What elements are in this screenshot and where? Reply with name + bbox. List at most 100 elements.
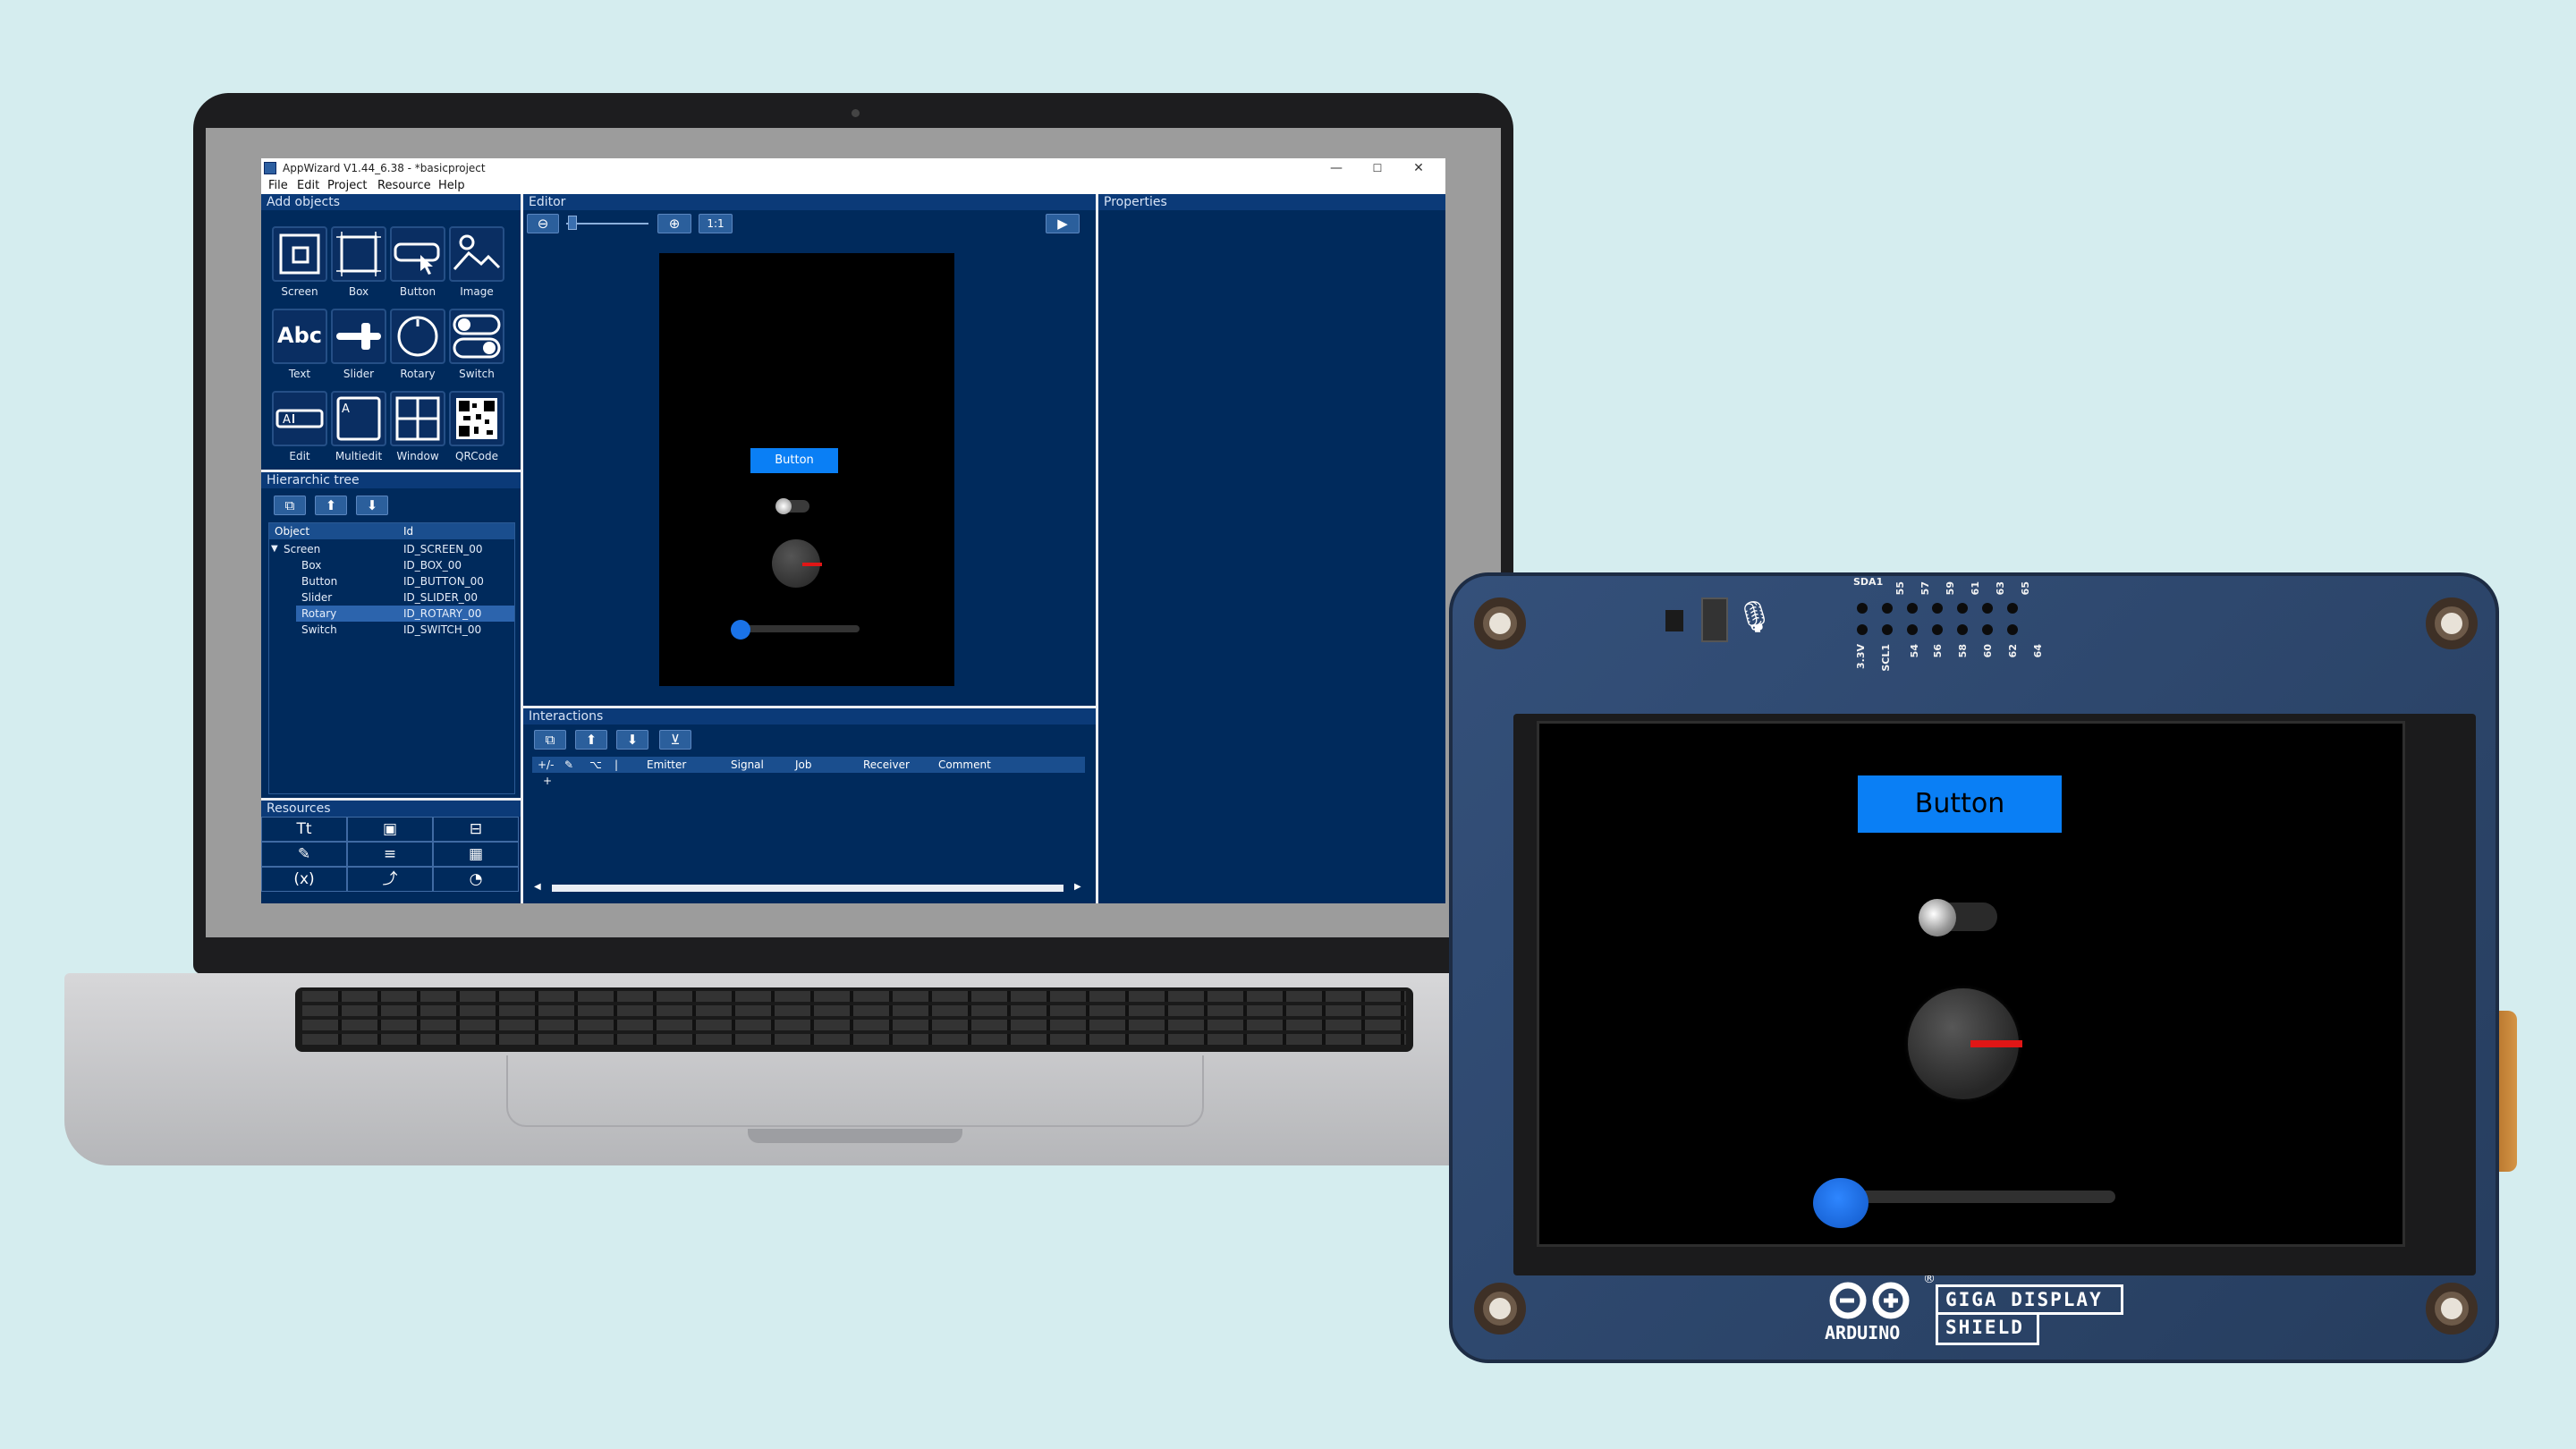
qrcode-icon [456, 398, 497, 439]
variable-icon: (x) [293, 870, 315, 888]
resources-header: Resources [261, 801, 521, 817]
arduino-logo: ® ARDUINO [1821, 1272, 1936, 1343]
tree-row-button[interactable]: Button ID_BUTTON_00 [269, 573, 511, 589]
object-label: Screen [281, 285, 318, 298]
switch-icon [453, 314, 501, 359]
interaction-move-down-button[interactable]: ⬇ [616, 730, 648, 750]
mounting-hole [2426, 597, 2478, 649]
interaction-copy-button[interactable]: ⧉ [534, 730, 566, 750]
editor-canvas[interactable]: Button [659, 253, 954, 686]
qrcode-object-button[interactable] [449, 391, 504, 446]
zoom-in-button[interactable]: ⊕ [657, 214, 691, 233]
pin-label: 57 [1919, 581, 1931, 596]
preview-slider[interactable] [734, 625, 860, 632]
device-switch-knob[interactable] [1919, 899, 1956, 936]
rotary-object-button[interactable] [390, 309, 445, 364]
maximize-button[interactable]: ☐ [1358, 158, 1397, 178]
text-resource-button[interactable]: ✎ [261, 842, 347, 867]
add-objects-grid: Screen Box Button Image Abc Text Slider [261, 210, 521, 470]
edit-object-button[interactable]: A [272, 391, 327, 446]
zoom-out-button[interactable]: ⊖ [527, 214, 559, 233]
window-title: AppWizard V1.44_6.38 - *basicproject [283, 162, 486, 174]
tree-row-box[interactable]: Box ID_BOX_00 [269, 557, 511, 573]
pin-label: 62 [2007, 644, 2019, 658]
tree-row-slider[interactable]: Slider ID_SLIDER_00 [269, 589, 511, 606]
tree-move-up-button[interactable]: ⬆ [315, 496, 347, 515]
tree-row-screen[interactable]: ▼ Screen ID_SCREEN_00 [269, 541, 511, 557]
image-icon: ▣ [382, 820, 398, 838]
switch-object-button[interactable] [449, 309, 504, 364]
variable-resource-button[interactable]: (x) [261, 867, 347, 892]
tree-object-id: ID_BUTTON_00 [403, 575, 484, 588]
image-resource-button[interactable]: ▣ [347, 817, 433, 842]
text-edit-icon: ✎ [297, 845, 311, 863]
menu-project[interactable]: Project [327, 179, 367, 192]
object-label: Image [460, 285, 494, 298]
multiedit-object-button[interactable]: A [331, 391, 386, 446]
tree-row-rotary-selected[interactable]: Rotary ID_ROTARY_00 [296, 606, 514, 622]
interaction-filter-button[interactable]: ⊻ [659, 730, 691, 750]
add-interaction-button[interactable]: + [543, 775, 552, 787]
zoom-reset-button[interactable]: 1:1 [699, 214, 733, 233]
screen-object-button[interactable] [272, 226, 327, 282]
box-object-button[interactable] [331, 226, 386, 282]
tree-object-id: ID_BOX_00 [403, 559, 462, 572]
text-icon: Abc [277, 323, 322, 348]
screen-icon [279, 233, 320, 275]
menu-help[interactable]: Help [438, 179, 465, 192]
tree-copy-button[interactable]: ⧉ [274, 496, 306, 515]
trackpad [506, 1055, 1204, 1127]
device-button[interactable]: Button [1858, 775, 2062, 833]
zoom-slider[interactable] [566, 223, 648, 225]
pin-label: 56 [1932, 644, 1944, 658]
text-object-button[interactable]: Abc [272, 309, 327, 364]
preview-slider-knob[interactable] [731, 620, 750, 640]
tree-row-switch[interactable]: Switch ID_SWITCH_00 [269, 622, 511, 638]
object-label: Button [399, 285, 436, 298]
horizontal-scrollbar[interactable]: ◀ ▶ [534, 882, 1085, 894]
interactions-header-row: +/- ✎ ⌥ | Emitter Signal Job Receiver Co… [532, 757, 1085, 773]
resources-grid: Tt ▣ ⊟ ✎ ≡ ▦ (x) ⤴ ◔ [261, 817, 521, 897]
preview-button[interactable]: Button [750, 448, 838, 473]
minimize-button[interactable]: — [1317, 158, 1356, 178]
table-resource-button[interactable]: ▦ [433, 842, 519, 867]
product-label-line2: SHIELD [1936, 1315, 2039, 1345]
pin-label: SDA1 [1853, 576, 1884, 588]
app-icon [264, 162, 276, 174]
expand-triangle-icon[interactable]: ▼ [271, 541, 278, 557]
zoom-slider-handle[interactable] [568, 216, 577, 230]
preview-rotary-indicator [802, 563, 822, 566]
tree-move-down-button[interactable]: ⬇ [356, 496, 388, 515]
chart-resource-button[interactable]: ⤴ [347, 867, 433, 892]
object-label: Rotary [400, 368, 436, 380]
keyboard [295, 987, 1413, 1052]
list-resource-button[interactable]: ≡ [347, 842, 433, 867]
play-preview-button[interactable]: ▶ [1046, 214, 1080, 233]
laptop-notch [748, 1129, 962, 1143]
binary-resource-button[interactable]: ⊟ [433, 817, 519, 842]
font-resource-button[interactable]: Tt [261, 817, 347, 842]
scrollbar-thumb[interactable] [552, 885, 1063, 892]
shape-resource-button[interactable]: ◔ [433, 867, 519, 892]
window-object-button[interactable] [390, 391, 445, 446]
pin-label: 64 [2032, 644, 2044, 658]
pin-label: 65 [2020, 581, 2031, 596]
col-job: Job [795, 758, 812, 771]
pin-label: 60 [1982, 644, 1994, 658]
device-slider-knob[interactable] [1813, 1178, 1868, 1228]
rotary-icon [397, 316, 438, 357]
close-button[interactable]: ✕ [1399, 158, 1438, 178]
interaction-move-up-button[interactable]: ⬆ [575, 730, 607, 750]
object-label: Switch [459, 368, 495, 380]
menu-file[interactable]: File [268, 179, 288, 192]
menu-edit[interactable]: Edit [297, 179, 319, 192]
menu-resource[interactable]: Resource [377, 179, 431, 192]
slider-object-button[interactable] [331, 309, 386, 364]
scroll-right-icon[interactable]: ▶ [1074, 882, 1081, 892]
image-object-button[interactable] [449, 226, 504, 282]
preview-switch-knob[interactable] [775, 498, 792, 514]
col-edit: ✎ [564, 758, 574, 771]
scroll-left-icon[interactable]: ◀ [534, 882, 541, 892]
table-icon: ▦ [468, 845, 484, 863]
button-object-button[interactable] [390, 226, 445, 282]
